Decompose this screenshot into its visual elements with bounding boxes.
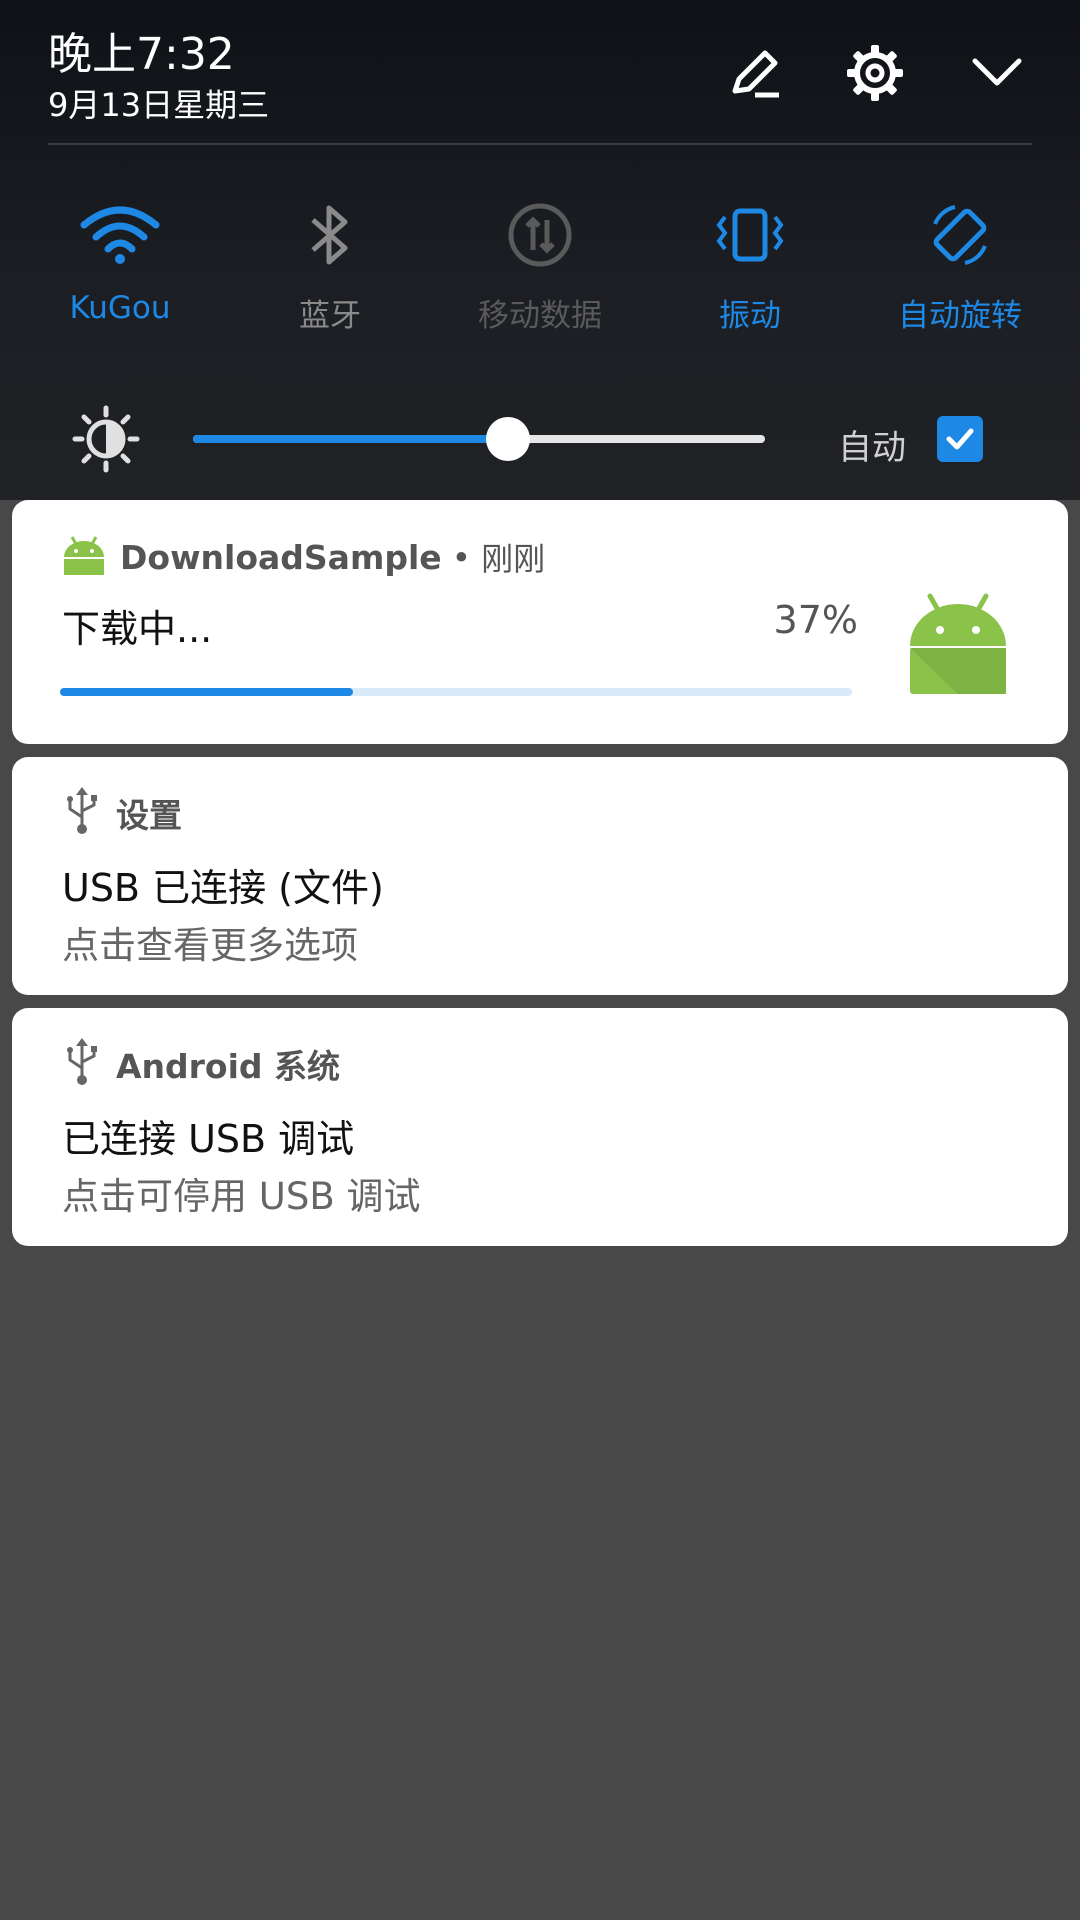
- notification-text: 点击可停用 USB 调试: [62, 1175, 421, 1218]
- chevron-down-icon[interactable]: [962, 38, 1032, 108]
- brightness-slider-fill: [193, 435, 508, 443]
- tile-label: 自动旋转: [898, 298, 1022, 334]
- notification-title: 下载中...: [62, 607, 213, 651]
- brightness-slider[interactable]: [193, 435, 765, 443]
- separator-dot: •: [451, 537, 472, 577]
- android-large-icon: [908, 592, 1008, 702]
- auto-brightness-checkbox[interactable]: [937, 416, 983, 462]
- app-name: 设置: [116, 796, 182, 835]
- auto-rotate-icon: [860, 190, 1060, 280]
- wifi-icon: [20, 190, 220, 280]
- clock: 晚上7:32: [48, 29, 235, 80]
- notification-text: 点击查看更多选项: [62, 924, 358, 967]
- vibrate-icon: [650, 190, 850, 280]
- header-divider: [48, 143, 1032, 145]
- tile-label: KuGou: [69, 290, 171, 326]
- tile-label: 移动数据: [478, 298, 602, 334]
- notification-usb-connected[interactable]: 设置 USB 已连接 (文件) 点击查看更多选项: [12, 757, 1068, 995]
- notification-time: 刚刚: [481, 540, 546, 578]
- app-name: DownloadSample: [120, 537, 442, 577]
- brightness-icon: [72, 405, 140, 473]
- tile-auto-rotate[interactable]: 自动旋转: [860, 190, 1060, 335]
- tile-vibrate[interactable]: 振动: [650, 190, 850, 335]
- tile-bluetooth[interactable]: 蓝牙: [230, 190, 430, 335]
- tile-label: 蓝牙: [299, 298, 361, 334]
- date: 9月13日星期三: [48, 86, 270, 124]
- auto-brightness-label: 自动: [838, 428, 906, 468]
- tile-wifi[interactable]: KuGou: [20, 190, 220, 326]
- notification-usb-debugging[interactable]: Android 系统 已连接 USB 调试 点击可停用 USB 调试: [12, 1008, 1068, 1246]
- pencil-icon[interactable]: [720, 38, 790, 108]
- download-progress-fill: [60, 688, 354, 696]
- android-icon: [62, 535, 106, 579]
- notification-title: USB 已连接 (文件): [62, 866, 384, 910]
- bluetooth-icon: [230, 190, 430, 280]
- mobile-data-icon: [440, 190, 640, 280]
- check-icon: [946, 428, 974, 450]
- usb-icon: [62, 787, 102, 839]
- download-progress-bar: [60, 688, 852, 696]
- progress-percent: 37%: [773, 598, 858, 642]
- usb-icon: [62, 1038, 102, 1090]
- notification-title: 已连接 USB 调试: [62, 1117, 355, 1161]
- brightness-slider-thumb[interactable]: [485, 417, 530, 461]
- tile-label: 振动: [719, 298, 781, 334]
- tile-mobile-data[interactable]: 移动数据: [440, 190, 640, 335]
- app-name: Android 系统: [116, 1047, 341, 1086]
- notification-download[interactable]: DownloadSample • 刚刚 下载中... 37%: [12, 500, 1068, 744]
- gear-icon[interactable]: [840, 38, 910, 108]
